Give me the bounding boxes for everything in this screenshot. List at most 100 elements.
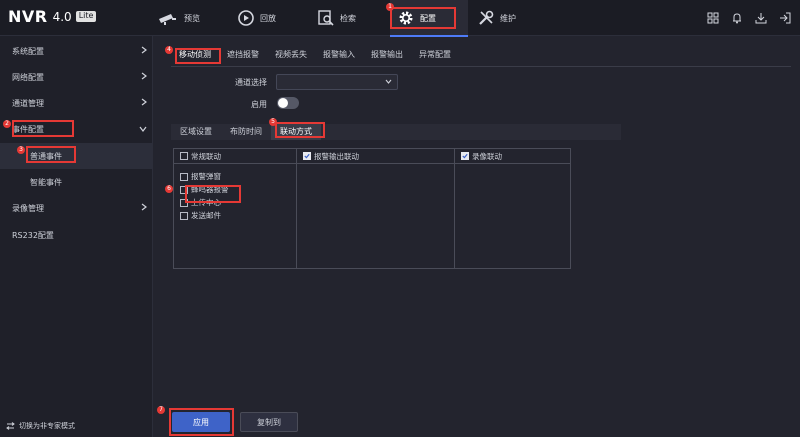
app-name: NVR	[8, 7, 48, 26]
nav-label: 配置	[420, 13, 436, 23]
toggle-knob	[278, 98, 288, 108]
top-right-icons	[706, 11, 792, 25]
nav-label: 回放	[260, 13, 276, 23]
linkage-column-title: 录像联动	[472, 151, 502, 161]
linkage-column-header: 常规联动	[174, 149, 296, 164]
playback-icon	[238, 10, 254, 26]
download-icon[interactable]	[754, 11, 768, 25]
enable-toggle[interactable]	[277, 97, 299, 109]
nav-label: 维护	[500, 13, 516, 23]
app-version: 4.0	[52, 9, 72, 24]
nav-label: 预览	[184, 13, 200, 23]
gear-icon	[399, 11, 413, 25]
sidebar-item-network[interactable]: 网络配置	[0, 64, 153, 90]
channel-select[interactable]	[276, 74, 398, 90]
tab-video-loss[interactable]: 视频丢失	[267, 48, 315, 66]
app-edition-badge: Lite	[75, 11, 97, 22]
sidebar-item-label: 网络配置	[12, 72, 44, 82]
copy-to-button[interactable]: 复制到	[240, 412, 298, 432]
search-icon	[318, 10, 334, 26]
linkage-option-buzzer[interactable]: 蜂鸣器报警	[174, 183, 296, 196]
nav-item-maintenance[interactable]: 维护	[478, 0, 538, 36]
enable-label: 启用	[251, 100, 267, 109]
checkbox-checked[interactable]	[303, 152, 311, 160]
sidebar-item-smart-event[interactable]: 智能事件	[0, 169, 153, 195]
checkbox[interactable]	[180, 152, 188, 160]
chevron-down-icon	[385, 79, 392, 84]
option-label: 上传中心	[191, 198, 221, 207]
sidebar-item-label: 录像管理	[12, 203, 44, 213]
annotation-marker: 5	[269, 118, 277, 126]
linkage-column-header: 录像联动	[455, 149, 570, 164]
linkage-option-email[interactable]: 发送邮件	[174, 209, 296, 222]
sidebar-item-label: 通道管理	[12, 98, 44, 108]
swap-icon	[6, 422, 15, 430]
channel-label: 通道选择	[235, 78, 267, 87]
subtab-arming-schedule[interactable]: 布防时间	[221, 124, 271, 140]
tab-exception[interactable]: 异常配置	[411, 48, 459, 66]
wrench-icon	[479, 10, 494, 25]
option-label: 蜂鸣器报警	[191, 185, 229, 194]
sidebar-item-label: 普通事件	[30, 151, 62, 161]
annotation-marker: 7	[157, 406, 165, 414]
nav-item-search[interactable]: 检索	[318, 0, 384, 36]
annotation-marker: 1	[386, 3, 394, 11]
top-bar: NVR 4.0 Lite 预览 回放 检索 配置 维护	[0, 0, 800, 37]
sidebar-item-rs232[interactable]: RS232配置	[0, 222, 153, 248]
sidebar-item-channel[interactable]: 通道管理	[0, 90, 153, 116]
subtab-linkage[interactable]: 联动方式	[271, 124, 321, 140]
option-label: 报警弹窗	[191, 172, 221, 181]
nav-label: 检索	[340, 13, 356, 23]
linkage-table: 常规联动 报警弹窗 蜂鸣器报警 上传中心 发送邮件 报警输出联动 录像联动	[173, 148, 571, 269]
sidebar-item-recording[interactable]: 录像管理	[0, 195, 153, 221]
checkbox[interactable]	[180, 172, 188, 181]
sidebar-item-label: 智能事件	[30, 177, 62, 187]
linkage-column-normal: 常规联动 报警弹窗 蜂鸣器报警 上传中心 发送邮件	[174, 149, 297, 268]
chevron-right-icon	[141, 46, 147, 54]
check-icon	[304, 153, 310, 159]
app-logo: NVR 4.0 Lite	[8, 7, 97, 26]
chevron-right-icon	[141, 72, 147, 80]
sidebar-item-label: 系统配置	[12, 46, 44, 56]
linkage-option-popup[interactable]: 报警弹窗	[174, 170, 296, 183]
camera-icon	[159, 14, 176, 25]
subtab-area-settings[interactable]: 区域设置	[171, 124, 221, 140]
chevron-down-icon	[139, 126, 147, 132]
nav-item-config[interactable]: 配置	[390, 0, 468, 37]
linkage-column-recording: 录像联动	[455, 149, 570, 268]
checkbox[interactable]	[180, 211, 188, 220]
tab-motion-detection[interactable]: 移动侦测	[171, 48, 219, 66]
nav-item-playback[interactable]: 回放	[238, 0, 302, 36]
tab-alarm-output[interactable]: 报警输出	[363, 48, 411, 66]
checkbox[interactable]	[180, 198, 188, 207]
check-icon	[462, 153, 468, 159]
nav-item-preview[interactable]: 预览	[158, 0, 230, 36]
linkage-option-upload-center[interactable]: 上传中心	[174, 196, 296, 209]
sidebar: 系统配置 网络配置 通道管理 事件配置 普通事件 智能事件 录像管理 RS232…	[0, 36, 153, 437]
linkage-column-alarm-output: 报警输出联动	[297, 149, 455, 268]
checkbox[interactable]	[180, 185, 188, 194]
option-label: 发送邮件	[191, 211, 221, 220]
linkage-column-header: 报警输出联动	[297, 149, 454, 164]
tabs-divider	[171, 66, 791, 67]
sidebar-item-label: 事件配置	[12, 124, 44, 134]
tab-alarm-input[interactable]: 报警输入	[315, 48, 363, 66]
tab-tamper-alarm[interactable]: 遮挡报警	[219, 48, 267, 66]
annotation-marker: 3	[17, 146, 25, 154]
mode-switch-label: 切换为非专家模式	[19, 422, 75, 430]
linkage-column-title: 报警输出联动	[314, 151, 359, 161]
mode-switch[interactable]: 切换为非专家模式	[6, 421, 75, 431]
annotation-marker: 6	[165, 185, 173, 193]
bell-icon[interactable]	[730, 11, 744, 25]
grid-icon[interactable]	[706, 11, 720, 25]
annotation-marker: 4	[165, 46, 173, 54]
apply-button[interactable]: 应用	[172, 412, 230, 432]
linkage-column-title: 常规联动	[191, 151, 221, 161]
main-content: 移动侦测 遮挡报警 视频丢失 报警输入 报警输出 异常配置 通道选择 启用 区域…	[153, 36, 800, 437]
chevron-right-icon	[141, 98, 147, 106]
sidebar-item-event[interactable]: 事件配置	[0, 116, 153, 142]
sidebar-item-system[interactable]: 系统配置	[0, 38, 153, 64]
checkbox-checked[interactable]	[461, 152, 469, 160]
event-tabs: 移动侦测 遮挡报警 视频丢失 报警输入 报警输出 异常配置	[171, 48, 459, 66]
export-icon[interactable]	[778, 11, 792, 25]
